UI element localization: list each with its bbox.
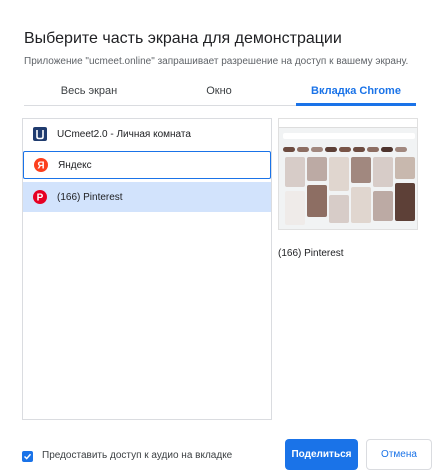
audio-share-label: Предоставить доступ к аудио на вкладке [42, 450, 233, 461]
share-button[interactable]: Поделиться [285, 439, 358, 470]
preview-search-bar [283, 133, 415, 139]
screen-share-dialog: Выберите часть экрана для демонстрации П… [0, 0, 437, 474]
preview-chip [297, 147, 309, 152]
active-tab-indicator [296, 103, 416, 106]
preview-chip [367, 147, 379, 152]
list-item-ucmeet[interactable]: UCmeet2.0 - Личная комната [23, 120, 271, 148]
list-item-pinterest[interactable]: P (166) Pinterest [23, 182, 271, 212]
cancel-button[interactable]: Отмена [366, 439, 432, 470]
list-item-yandex[interactable]: Я Яндекс [23, 151, 271, 179]
preview-chip [283, 147, 295, 152]
preview-pin [285, 191, 305, 225]
list-item-label: (166) Pinterest [57, 191, 123, 203]
preview-pin [373, 191, 393, 221]
source-tabs: Весь экран Окно Вкладка Chrome [24, 78, 416, 106]
list-item-label: UCmeet2.0 - Личная комната [57, 128, 191, 140]
preview-chip [339, 147, 351, 152]
yandex-icon: Я [34, 158, 48, 172]
preview-pin [395, 157, 415, 179]
preview-pin [395, 183, 415, 221]
preview-pin [307, 185, 327, 217]
preview-pin [329, 195, 349, 223]
tab-window[interactable]: Окно [154, 78, 284, 106]
preview-pin [329, 157, 349, 191]
dialog-subtitle: Приложение "ucmeet.online" запрашивает р… [24, 56, 409, 67]
preview-chip [395, 147, 407, 152]
audio-share-checkbox[interactable] [22, 451, 33, 462]
preview-pin [307, 157, 327, 181]
tab-entire-screen[interactable]: Весь экран [24, 78, 154, 106]
preview-browser-bar [279, 119, 417, 128]
preview-pin [351, 157, 371, 183]
tab-chrome-tab[interactable]: Вкладка Chrome [286, 78, 426, 106]
preview-chip [325, 147, 337, 152]
preview-chip [381, 147, 393, 152]
ucmeet-icon [33, 127, 47, 141]
list-item-label: Яндекс [58, 159, 92, 171]
svg-text:P: P [37, 193, 44, 204]
preview-pin [285, 157, 305, 187]
preview-caption: (166) Pinterest [278, 248, 344, 259]
preview-chip [311, 147, 323, 152]
preview-chip [353, 147, 365, 152]
pinterest-icon: P [33, 190, 47, 204]
checkmark-icon [23, 453, 32, 460]
preview-pin [351, 187, 371, 223]
preview-pin [373, 157, 393, 187]
svg-text:Я: Я [37, 161, 44, 172]
dialog-title: Выберите часть экрана для демонстрации [24, 30, 342, 47]
tab-preview-thumbnail [278, 118, 418, 230]
chrome-tab-list: UCmeet2.0 - Личная комната Я Яндекс P (1… [22, 118, 272, 420]
